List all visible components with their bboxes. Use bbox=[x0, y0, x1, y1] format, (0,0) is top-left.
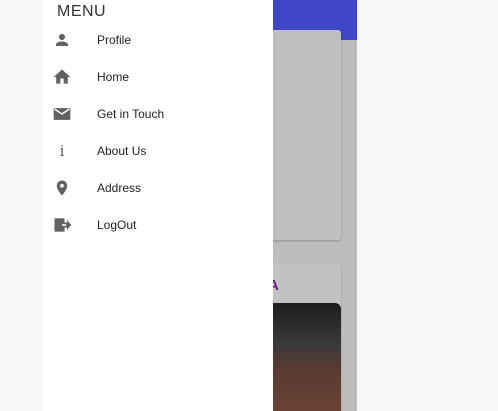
location-pin-icon bbox=[52, 178, 72, 198]
menu-item-label: LogOut bbox=[97, 217, 137, 232]
mail-icon bbox=[52, 104, 72, 124]
menu-item-label: Get in Touch bbox=[97, 106, 165, 121]
menu-item-home[interactable]: Home bbox=[42, 58, 273, 95]
logout-icon bbox=[52, 215, 72, 235]
menu-item-label: Home bbox=[97, 69, 130, 84]
menu-item-get-in-touch[interactable]: Get in Touch bbox=[42, 95, 273, 132]
menu-item-address[interactable]: Address bbox=[42, 169, 273, 206]
app-screen: A MENU Profile Home Get in Touch i About… bbox=[42, 0, 357, 411]
home-icon bbox=[52, 67, 72, 87]
navigation-drawer: MENU Profile Home Get in Touch i About U… bbox=[42, 0, 273, 411]
menu-item-profile[interactable]: Profile bbox=[42, 21, 273, 58]
menu-title: MENU bbox=[57, 3, 107, 20]
menu-item-label: Address bbox=[97, 180, 142, 195]
menu-item-logout[interactable]: LogOut bbox=[42, 206, 273, 243]
person-icon bbox=[52, 30, 72, 50]
menu-item-label: Profile bbox=[97, 32, 132, 47]
menu-item-about-us[interactable]: i About Us bbox=[42, 132, 273, 169]
menu-item-label: About Us bbox=[97, 143, 147, 158]
info-icon: i bbox=[59, 141, 65, 160]
